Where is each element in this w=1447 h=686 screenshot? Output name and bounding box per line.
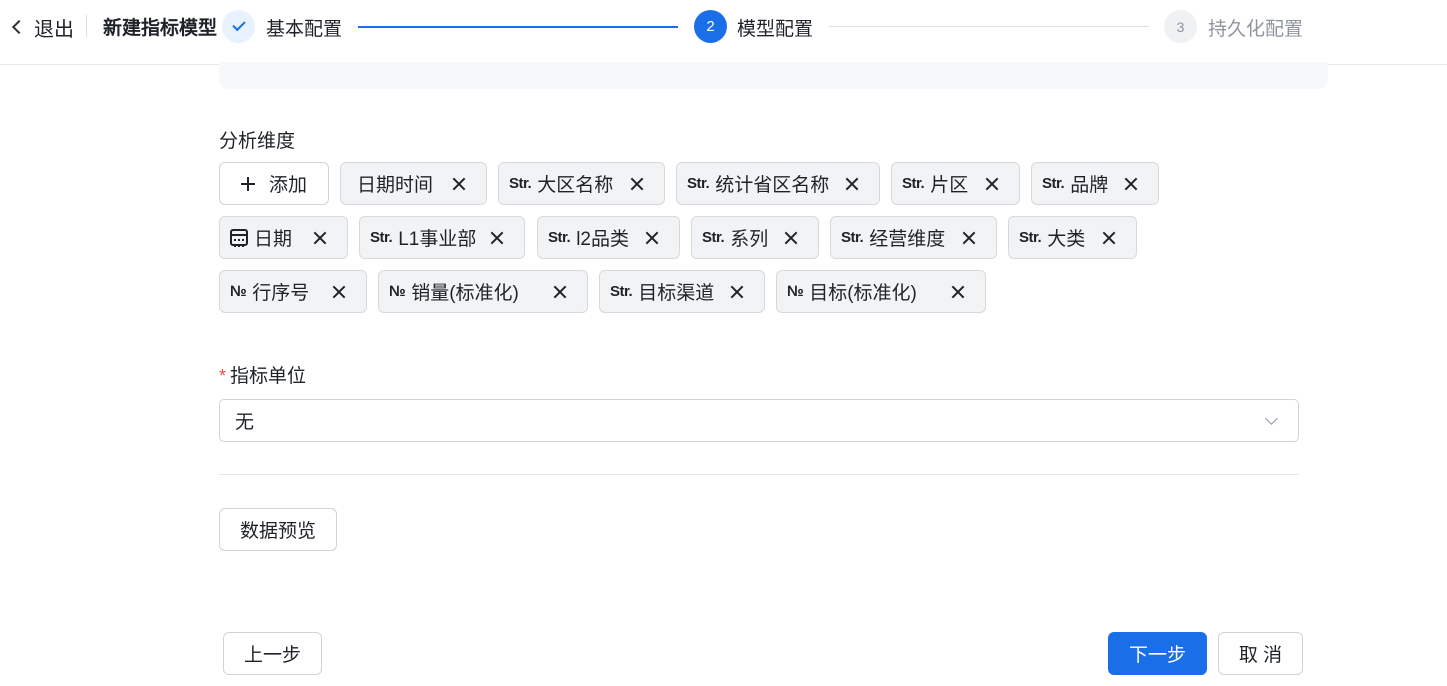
dimension-tag-label: l2品类	[576, 229, 629, 250]
close-icon[interactable]	[312, 230, 328, 246]
exit-label: 退出	[34, 18, 74, 41]
close-icon[interactable]	[1101, 230, 1117, 246]
header-divider	[86, 15, 87, 37]
dimension-tag-label: 大类	[1047, 229, 1086, 250]
calendar-icon	[230, 229, 248, 247]
string-type-icon: Str.	[509, 175, 532, 192]
step-1-indicator	[222, 10, 255, 43]
string-type-icon: Str.	[687, 175, 710, 192]
step-3-label: 持久化配置	[1208, 19, 1304, 40]
close-icon[interactable]	[644, 230, 660, 246]
close-icon[interactable]	[489, 230, 505, 246]
close-icon[interactable]	[629, 176, 645, 192]
exit-button[interactable]: 退出	[8, 12, 74, 42]
close-icon[interactable]	[552, 284, 568, 300]
dimension-tag-label: L1事业部	[398, 229, 477, 250]
check-icon	[231, 17, 246, 32]
dimension-tag-label: 品牌	[1070, 175, 1109, 196]
number-type-icon: №	[787, 283, 804, 300]
step-3-indicator: 3	[1164, 10, 1197, 43]
dimension-tag: 日期	[219, 216, 348, 259]
number-type-icon: №	[389, 283, 406, 300]
step-connector-2	[829, 26, 1149, 27]
string-type-icon: Str.	[702, 229, 725, 246]
section-divider	[219, 474, 1299, 475]
dimension-tag: Str. L1事业部	[359, 216, 525, 259]
dimension-tag-label: 大区名称	[537, 175, 614, 196]
dimension-tag: Str. 目标渠道	[599, 270, 765, 313]
previous-section-panel	[219, 62, 1328, 89]
previous-step-button[interactable]: 上一步	[223, 632, 322, 675]
string-type-icon: Str.	[370, 229, 393, 246]
string-type-icon: Str.	[841, 229, 864, 246]
step-2-label: 模型配置	[737, 19, 814, 40]
dimension-tag-label: 日期时间	[357, 175, 434, 196]
string-type-icon: Str.	[1042, 175, 1065, 192]
close-icon[interactable]	[1123, 176, 1139, 192]
unit-label-text: 指标单位	[230, 366, 307, 387]
dimension-tag-label: 行序号	[252, 283, 310, 304]
next-step-button[interactable]: 下一步	[1108, 632, 1207, 675]
step-1-label: 基本配置	[266, 19, 343, 40]
dimension-tag-label: 片区	[930, 175, 969, 196]
dimension-tag: Str. 大类	[1008, 216, 1137, 259]
string-type-icon: Str.	[1019, 229, 1042, 246]
unit-select[interactable]: 无	[219, 399, 1299, 442]
dimension-tag-label: 销量(标准化)	[411, 283, 519, 304]
plus-icon	[240, 176, 255, 191]
add-dimension-button[interactable]: 添加	[219, 162, 329, 205]
dimension-tag-label: 系列	[730, 229, 769, 250]
step-2-indicator: 2	[694, 10, 727, 43]
string-type-icon: Str.	[902, 175, 925, 192]
dimension-tag-label: 目标渠道	[638, 283, 715, 304]
dimension-tag: Str. 大区名称	[498, 162, 665, 205]
top-header: 退出 新建指标模型 基本配置 2 模型配置 3 持久化配置	[0, 0, 1447, 65]
dimension-tag: № 销量(标准化)	[378, 270, 588, 313]
close-icon[interactable]	[729, 284, 745, 300]
dimension-tag: Str. l2品类	[537, 216, 680, 259]
close-icon[interactable]	[451, 176, 467, 192]
close-icon[interactable]	[844, 176, 860, 192]
string-type-icon: Str.	[610, 283, 633, 300]
dimension-tag-label: 目标(标准化)	[809, 283, 917, 304]
close-icon[interactable]	[950, 284, 966, 300]
close-icon[interactable]	[783, 230, 799, 246]
unit-select-value: 无	[235, 412, 255, 433]
dimensions-label: 分析维度	[219, 131, 296, 152]
chevron-left-icon	[11, 19, 27, 35]
dimension-tag: Str. 品牌	[1031, 162, 1159, 205]
dimension-tag-label: 日期	[254, 229, 293, 250]
dimension-tag: 日期时间	[340, 162, 487, 205]
required-mark: *	[219, 366, 227, 386]
dimension-tag: Str. 系列	[691, 216, 819, 259]
string-type-icon: Str.	[548, 229, 571, 246]
number-type-icon: №	[230, 283, 247, 300]
add-dimension-label: 添加	[268, 175, 307, 196]
dimension-tag: № 行序号	[219, 270, 367, 313]
dimension-tag-label: 经营维度	[869, 229, 946, 250]
close-icon[interactable]	[331, 284, 347, 300]
page-title: 新建指标模型	[103, 18, 218, 39]
step-connector-1	[358, 26, 678, 28]
close-icon[interactable]	[984, 176, 1000, 192]
dimension-tag: Str. 经营维度	[830, 216, 997, 259]
data-preview-button[interactable]: 数据预览	[219, 508, 337, 551]
chevron-down-icon	[1265, 412, 1278, 425]
unit-label: * 指标单位	[219, 361, 306, 388]
cancel-button[interactable]: 取 消	[1218, 632, 1303, 675]
dimension-tag: № 目标(标准化)	[776, 270, 986, 313]
dimension-tag-label: 统计省区名称	[715, 175, 830, 196]
close-icon[interactable]	[961, 230, 977, 246]
dimension-tag: Str. 统计省区名称	[676, 162, 880, 205]
dimension-tag: Str. 片区	[891, 162, 1020, 205]
